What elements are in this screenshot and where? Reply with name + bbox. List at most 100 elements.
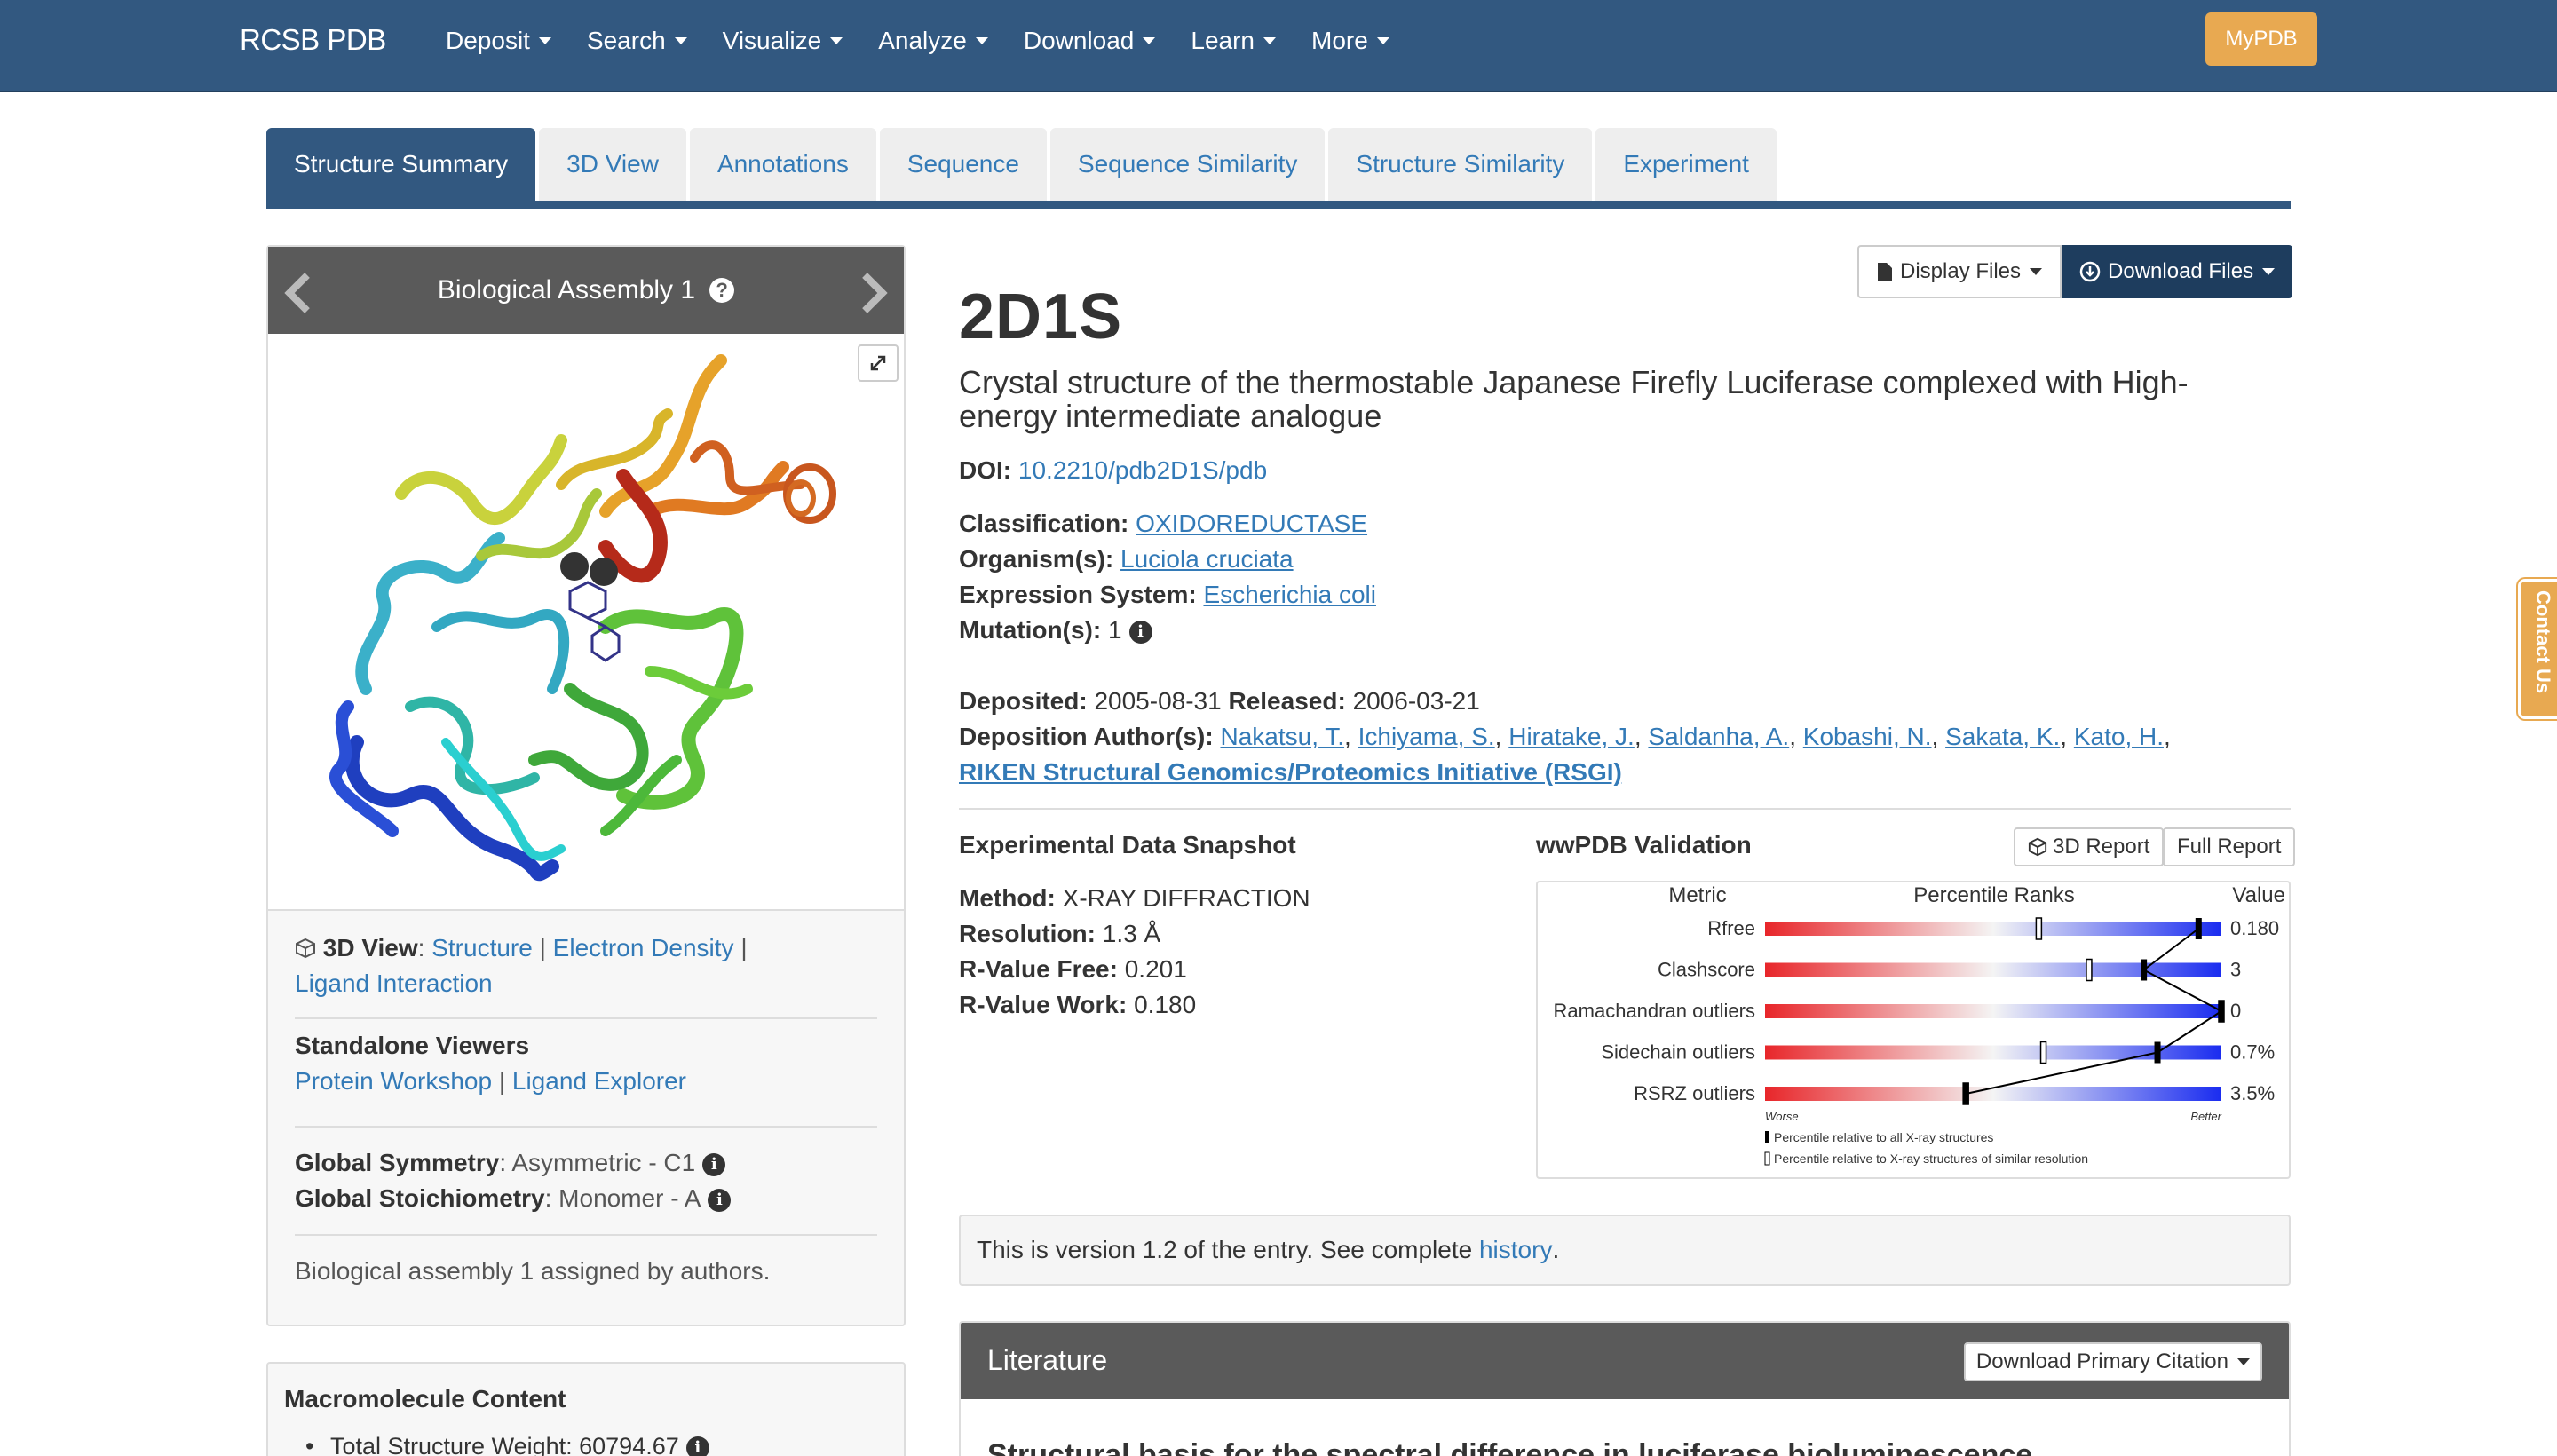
header-value: Value [2232, 883, 2285, 907]
doi-row: DOI: 10.2210/pdb2D1S/pdb [959, 456, 1267, 485]
link-electron-density[interactable]: Electron Density [553, 934, 734, 961]
link-structure[interactable]: Structure [431, 934, 533, 961]
assembly-header: Biological Assembly 1? [268, 247, 904, 334]
divider [295, 1017, 877, 1019]
author-link[interactable]: Sakata, K. [1945, 723, 2060, 750]
nav-analyze[interactable]: Analyze [878, 27, 988, 55]
metric-value: 0 [2230, 1000, 2241, 1022]
structure-weight: Total Structure Weight: 60794.67i [305, 1433, 709, 1456]
view-3d-links: 3D View: Structure | Electron Density | … [295, 930, 748, 1001]
tab-sequence-similarity[interactable]: Sequence Similarity [1049, 128, 1326, 201]
comma: , [1634, 723, 1642, 750]
display-files-button[interactable]: Display Files [1857, 245, 2062, 298]
organism-link[interactable]: Luciola cruciata [1120, 545, 1294, 573]
author-link[interactable]: Ichiyama, S. [1358, 723, 1495, 750]
author-link[interactable]: Kato, H. [2074, 723, 2164, 750]
period: . [1552, 1236, 1560, 1263]
deposited-label: Deposited: [959, 687, 1088, 715]
divider [295, 1234, 877, 1236]
3d-report-button[interactable]: 3D Report [2014, 827, 2165, 866]
metric-value: 3.5% [2230, 1082, 2275, 1104]
nav-visualize[interactable]: Visualize [723, 27, 843, 55]
comma: , [1494, 723, 1502, 750]
legend-similar: Percentile relative to X-ray structures … [1774, 1151, 2088, 1166]
classification-link[interactable]: OXIDOREDUCTASE [1136, 510, 1367, 537]
caret-down-icon [2262, 268, 2276, 275]
separator: | [539, 934, 546, 961]
tab-experiment[interactable]: Experiment [1595, 128, 1777, 201]
nav-more[interactable]: More [1311, 27, 1389, 55]
validation-chart: Metric Percentile Ranks Value Rfree 0.180… [1554, 883, 2285, 1166]
tab-3d-view[interactable]: 3D View [539, 128, 686, 201]
protein-ribbon-image [329, 354, 836, 882]
chevron-right-icon[interactable] [856, 272, 891, 314]
comma: , [1789, 723, 1796, 750]
citation-title: Structural basis for the spectral differ… [987, 1438, 2033, 1456]
consortium-row: RIKEN Structural Genomics/Proteomics Ini… [959, 758, 1622, 787]
tab-structure-summary[interactable]: Structure Summary [266, 128, 536, 201]
author-link[interactable]: Saldanha, A. [1648, 723, 1789, 750]
nav-learn[interactable]: Learn [1191, 27, 1276, 55]
tab-sequence[interactable]: Sequence [879, 128, 1047, 201]
info-icon[interactable]: i [708, 1189, 732, 1212]
link-ligand-explorer[interactable]: Ligand Explorer [512, 1067, 686, 1095]
dates-row: Deposited: 2005-08-31 Released: 2006-03-… [959, 687, 1480, 716]
history-link[interactable]: history [1479, 1236, 1552, 1264]
divider [295, 1126, 877, 1128]
nav-download[interactable]: Download [1024, 27, 1156, 55]
nav-deposit[interactable]: Deposit [446, 27, 551, 55]
header-percentile: Percentile Ranks [1913, 883, 2074, 907]
mutation-label: Mutation(s): [959, 616, 1102, 644]
download-citation-button[interactable]: Download Primary Citation [1963, 1342, 2262, 1381]
mypdb-button[interactable]: MyPDB [2205, 12, 2317, 66]
file-icon [1878, 263, 1892, 281]
view-3d-label: 3D View [322, 934, 418, 961]
brand-logo[interactable]: RCSB PDB [240, 23, 386, 57]
percentile-bar [1765, 1045, 2221, 1060]
caret-down-icon [830, 37, 843, 44]
assembly-title: Biological Assembly 1? [268, 275, 904, 305]
validation-slider-panel[interactable]: Metric Percentile Ranks Value Rfree 0.180… [1536, 881, 2291, 1179]
similar-resolution-marker [2086, 958, 2093, 982]
info-icon[interactable]: i [1128, 620, 1152, 644]
metric-name: Rfree [1707, 917, 1755, 939]
version-notice: This is version 1.2 of the entry. See co… [959, 1215, 2291, 1286]
macromolecule-content-panel: Macromolecule Content Total Structure We… [266, 1362, 906, 1456]
structure-image[interactable] [268, 334, 904, 911]
consortium-link[interactable]: RIKEN Structural Genomics/Proteomics Ini… [959, 758, 1622, 786]
tab-structure-similarity[interactable]: Structure Similarity [1328, 128, 1593, 201]
caret-down-icon [1376, 37, 1389, 44]
author-link[interactable]: Hiratake, J. [1508, 723, 1635, 750]
metric-name: Ramachandran outliers [1554, 1000, 1755, 1022]
author-link[interactable]: Nakatsu, T. [1220, 723, 1344, 750]
info-icon[interactable]: i [702, 1153, 726, 1176]
comma: , [2164, 723, 2171, 750]
author-link[interactable]: Kobashi, N. [1803, 723, 1932, 750]
link-ligand-interaction[interactable]: Ligand Interaction [295, 969, 493, 997]
macromolecule-title: Macromolecule Content [284, 1385, 566, 1412]
full-report-button[interactable]: Full Report [2163, 827, 2296, 866]
rfree-row: R-Value Free: 0.201 [959, 955, 1187, 984]
contact-us-tab[interactable]: Contact Us [2518, 579, 2557, 719]
rwork-row: R-Value Work: 0.180 [959, 991, 1196, 1019]
symmetry-info: Global Symmetry: Asymmetric - C1 i Global… [295, 1145, 732, 1216]
caret-down-icon [2030, 268, 2043, 275]
tab-annotations[interactable]: Annotations [689, 128, 876, 201]
info-icon[interactable]: i [685, 1436, 709, 1456]
help-icon[interactable]: ? [709, 278, 735, 303]
metric-name: Sidechain outliers [1601, 1041, 1755, 1064]
comma: , [1931, 723, 1939, 750]
download-files-button[interactable]: Download Files [2062, 245, 2293, 298]
expression-link[interactable]: Escherichia coli [1203, 581, 1376, 608]
link-protein-workshop[interactable]: Protein Workshop [295, 1067, 492, 1095]
classification-row: Classification: OXIDOREDUCTASE [959, 510, 1367, 538]
literature-title: Literature [987, 1344, 1108, 1376]
released-label: Released: [1228, 687, 1346, 715]
nav-menu: Deposit Search Visualize Analyze Downloa… [446, 27, 1425, 55]
doi-link[interactable]: 10.2210/pdb2D1S/pdb [1018, 456, 1267, 484]
expand-icon[interactable] [858, 344, 899, 382]
rfree-label: R-Value Free: [959, 955, 1118, 983]
nav-search[interactable]: Search [587, 27, 687, 55]
separator: | [740, 934, 748, 961]
caret-down-icon [1263, 37, 1276, 44]
